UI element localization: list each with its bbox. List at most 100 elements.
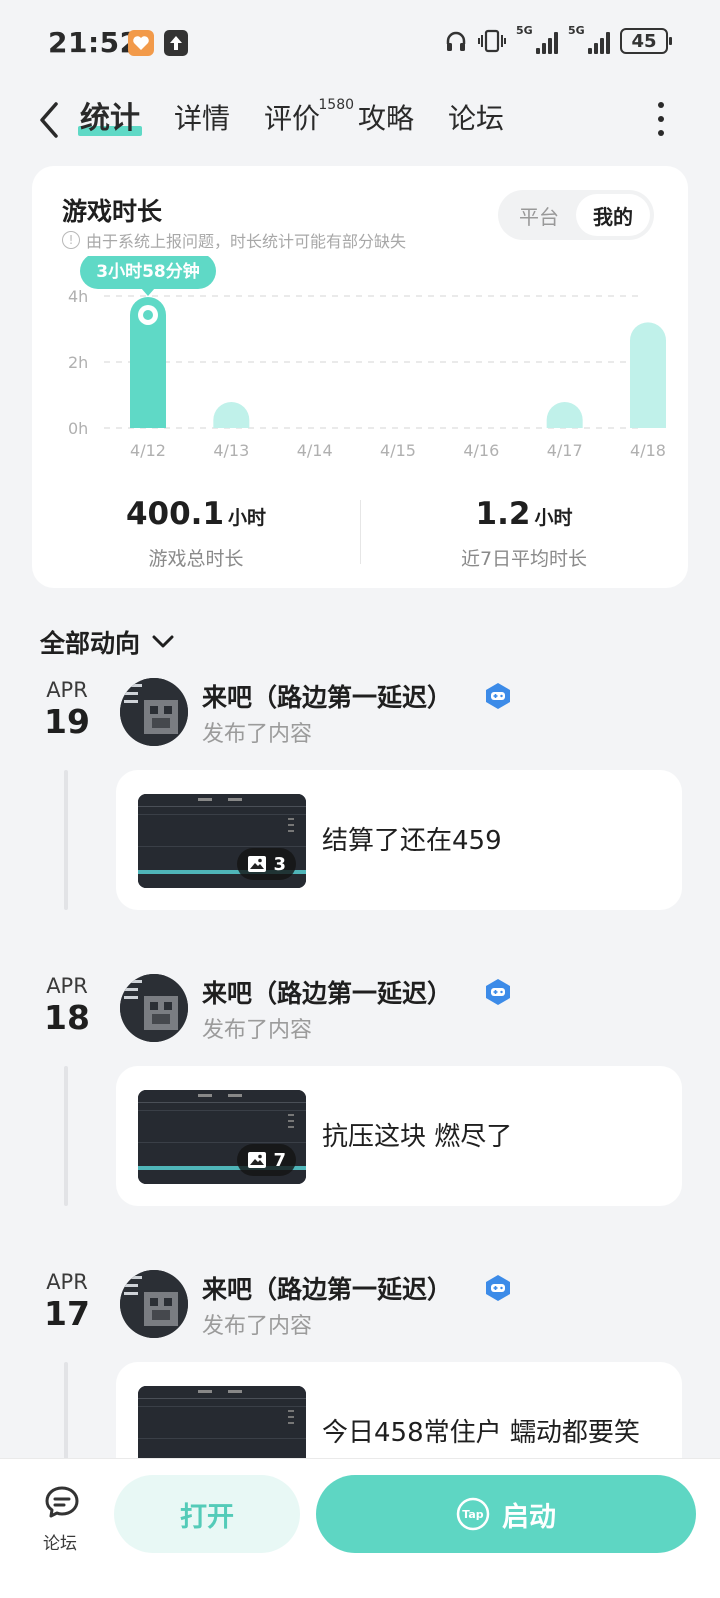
entry-month: APR <box>46 678 88 702</box>
author-action: 发布了内容 <box>202 1018 313 1043</box>
notification-app-icon <box>128 30 154 56</box>
avatar[interactable] <box>120 1270 188 1338</box>
author-action: 发布了内容 <box>202 722 313 747</box>
entry-day: 19 <box>44 702 90 741</box>
tab-reviews-label: 评价 <box>264 102 321 135</box>
avg-playtime-unit: 小时 <box>534 507 573 529</box>
highlight-bubble-tail <box>141 287 155 296</box>
playtime-title: 游戏时长 <box>62 197 163 226</box>
back-arrow-icon <box>40 102 58 138</box>
activity-filter[interactable]: 全部动向 <box>40 624 176 660</box>
bar-marker-inner <box>143 309 153 320</box>
status-bar: 21:52 5G 5G 45 <box>0 0 720 88</box>
x-tick-label: 4/14 <box>297 441 333 460</box>
avg-playtime-label: 近7日平均时长 <box>460 548 588 570</box>
post-text: 抗压这块 燃尽了 <box>322 1122 513 1152</box>
tab-guides[interactable]: 攻略 <box>358 100 414 138</box>
x-tick-label: 4/15 <box>380 441 416 460</box>
activity-filter-label: 全部动向 <box>40 629 141 658</box>
activity-entry: APR 19 来吧（路边第一延迟） 发布了内容 3 结算了还在459 <box>0 678 720 954</box>
vibrate-icon <box>478 29 506 53</box>
launch-label: 启动 <box>502 1501 556 1533</box>
activity-entry: APR 18 来吧（路边第一延迟） 发布了内容 7 抗压这块 燃尽了 <box>0 974 720 1250</box>
post-card[interactable]: 7 抗压这块 燃尽了 <box>116 1066 682 1206</box>
avg-playtime: 1.2 小时 近7日平均时长 <box>360 496 688 571</box>
scope-toggle: 平台 我的 <box>498 190 654 240</box>
image-icon <box>248 856 267 872</box>
post-card[interactable]: 3 结算了还在459 <box>116 770 682 910</box>
playtime-card: 游戏时长 ! 由于系统上报问题，时长统计可能有部分缺失 平台 我的 4h 2h 0h… <box>32 166 688 588</box>
tab-reviews[interactable]: 评价 1580 <box>264 97 354 138</box>
avatar[interactable] <box>120 678 188 746</box>
total-playtime-label: 游戏总时长 <box>148 548 244 570</box>
gamepad-badge-icon <box>486 683 510 709</box>
headphones-icon <box>444 29 468 53</box>
toggle-mine[interactable]: 我的 <box>576 194 650 236</box>
timeline-line <box>64 770 68 910</box>
entry-month: APR <box>46 974 88 998</box>
avatar-image <box>120 678 188 746</box>
timeline-line <box>64 1066 68 1206</box>
top-nav: 统计 详情 评价 1580 攻略 论坛 <box>0 88 720 152</box>
total-playtime-unit: 小时 <box>228 507 267 529</box>
total-playtime-value: 400.1 <box>125 496 225 532</box>
launch-button[interactable]: Tap 启动 <box>316 1475 696 1553</box>
tab-stats[interactable]: 统计 <box>78 100 142 138</box>
y-tick-label: 0h <box>68 419 88 438</box>
entry-month: APR <box>46 1270 88 1294</box>
signal-2-icon: 5G <box>568 24 610 54</box>
signal-1-icon: 5G <box>516 24 558 54</box>
bottom-action-bar: 论坛 打开 Tap 启动 <box>0 1458 720 1598</box>
image-icon <box>248 1152 267 1168</box>
more-menu-icon[interactable] <box>656 102 666 136</box>
tab-details[interactable]: 详情 <box>174 100 230 138</box>
post-thumbnail[interactable]: 7 <box>138 1090 306 1184</box>
total-playtime: 400.1 小时 游戏总时长 <box>32 496 360 571</box>
forum-label: 论坛 <box>43 1534 77 1554</box>
toggle-platform[interactable]: 平台 <box>502 194 576 236</box>
x-tick-label: 4/16 <box>463 441 499 460</box>
bar-4/13 <box>213 402 250 428</box>
status-time: 21:52 <box>48 26 140 59</box>
bar-4/17 <box>546 402 583 428</box>
playtime-note-text: 由于系统上报问题，时长统计可能有部分缺失 <box>86 232 407 251</box>
x-tick-label: 4/17 <box>547 441 583 460</box>
gamepad-badge-icon <box>486 979 510 1005</box>
taptap-logo-icon: Tap <box>456 1497 490 1531</box>
author-name[interactable]: 来吧（路边第一延迟） <box>202 974 452 1010</box>
chevron-down-icon <box>152 635 174 648</box>
x-tick-label: 4/18 <box>630 441 666 460</box>
image-count: 7 <box>273 1149 286 1171</box>
author-action: 发布了内容 <box>202 1314 313 1339</box>
post-text: 今日458常住户 蠕动都要笑 <box>322 1418 640 1448</box>
image-count: 3 <box>273 853 286 875</box>
entry-day: 17 <box>44 1294 90 1333</box>
x-tick-label: 4/12 <box>130 441 166 460</box>
post-thumbnail[interactable]: 3 <box>138 794 306 888</box>
forum-button[interactable]: 论坛 <box>40 1483 84 1554</box>
review-count: 1580 <box>318 97 355 113</box>
info-icon: ! <box>62 231 80 249</box>
upload-icon <box>164 30 188 56</box>
avatar-image <box>120 1270 188 1338</box>
author-name[interactable]: 来吧（路边第一延迟） <box>202 678 452 714</box>
open-button[interactable]: 打开 <box>114 1475 300 1553</box>
image-count-badge: 7 <box>237 1144 296 1176</box>
post-text: 结算了还在459 <box>322 826 502 856</box>
forum-icon <box>45 1486 79 1518</box>
entry-day: 18 <box>44 998 90 1037</box>
bar-4/18 <box>630 322 666 428</box>
avatar[interactable] <box>120 974 188 1042</box>
tab-forum[interactable]: 论坛 <box>448 100 504 138</box>
avatar-image <box>120 974 188 1042</box>
image-count-badge: 3 <box>237 848 296 880</box>
x-tick-label: 4/13 <box>213 441 249 460</box>
author-name[interactable]: 来吧（路边第一延迟） <box>202 1270 452 1306</box>
tab-bar: 统计 详情 评价 1580 攻略 论坛 <box>78 97 504 138</box>
taptap-logo-text: Tap <box>462 1508 484 1521</box>
battery-indicator: 45 <box>620 28 672 54</box>
back-button[interactable] <box>34 98 64 142</box>
playtime-chart: 4h 2h 0h 3小时58分钟 4/12 4/13 4/14 4/15 4/16 4/17 4/1… <box>68 256 666 460</box>
y-tick-label: 4h <box>68 287 88 306</box>
playtime-note: ! 由于系统上报问题，时长统计可能有部分缺失 <box>62 228 406 252</box>
